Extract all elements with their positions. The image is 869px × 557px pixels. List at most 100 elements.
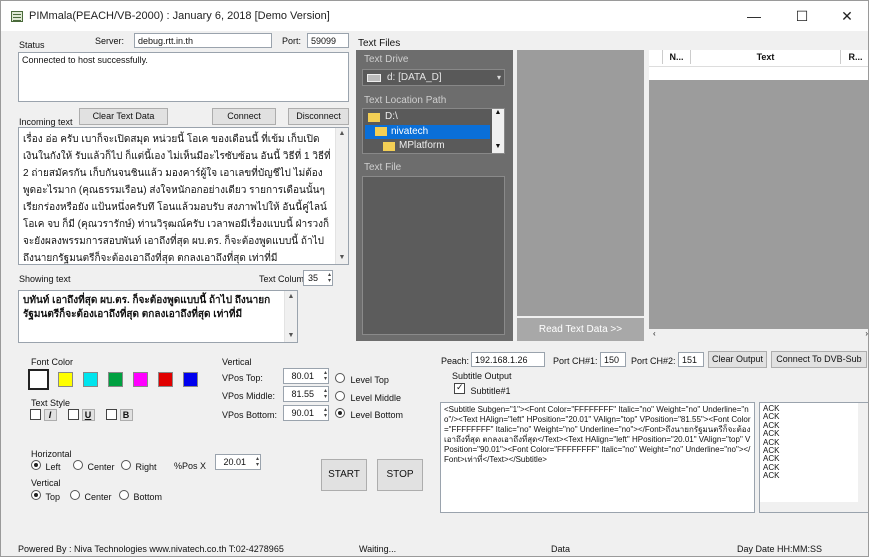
radio-button[interactable] [335, 373, 345, 383]
vpos-bottom-stepper[interactable]: 90.01 [283, 405, 329, 421]
radio-button-selected[interactable] [31, 460, 41, 470]
text-column-stepper[interactable]: 35 [303, 270, 333, 286]
text-files-label: Text Files [358, 38, 401, 49]
ack-hscrollbar[interactable] [760, 502, 868, 512]
vpos-middle-stepper[interactable]: 81.55 [283, 386, 329, 402]
read-text-data-button[interactable]: Read Text Data >> [517, 318, 644, 341]
grid-column-header[interactable]: N... [663, 50, 691, 64]
peach-ip-input[interactable]: 192.168.1.26 [471, 352, 545, 367]
file-list[interactable] [362, 176, 505, 335]
drive-select[interactable]: d: [DATA_D] ▾ [362, 69, 505, 86]
bold-button[interactable]: B [119, 409, 133, 421]
connect-dvb-sub-button[interactable]: Connect To DVB-Sub [771, 351, 867, 368]
bold-checkbox[interactable] [106, 409, 117, 420]
radio-button[interactable] [70, 490, 80, 500]
drive-icon [367, 74, 381, 82]
radio-button[interactable] [121, 460, 131, 470]
scroll-up-icon[interactable]: ▲ [336, 128, 348, 140]
scroll-down-icon[interactable]: ▼ [336, 252, 348, 264]
scroll-right-icon[interactable]: › [865, 329, 868, 338]
level-top-option[interactable]: Level Top [335, 373, 389, 385]
port-ch2-input[interactable]: 151 [678, 352, 704, 367]
v-bottom-option[interactable]: Bottom [119, 490, 162, 502]
port-label: Port: [282, 36, 302, 46]
level-bottom-option[interactable]: Level Bottom [335, 408, 403, 420]
grid-column-header[interactable]: R... [841, 50, 868, 64]
port-ch1-input[interactable]: 150 [600, 352, 626, 367]
subtitle1-option[interactable]: ✓ Subtitle#1 [454, 382, 511, 396]
italic-button[interactable]: I [43, 409, 57, 421]
minimize-button[interactable]: — [732, 1, 776, 31]
grid-hscrollbar[interactable]: ‹ › [649, 329, 868, 341]
text-grid[interactable]: N... Text R... ‹ › [649, 50, 868, 341]
subtitle-output-textarea[interactable]: <Subtitle Subgen="1"><Font Color="FFFFFF… [440, 402, 755, 513]
v-top-option[interactable]: Top [31, 490, 60, 502]
vpos-bottom-label: VPos Bottom: [222, 410, 278, 420]
folder-item-selected[interactable]: nivatech [365, 125, 490, 139]
h-right-option[interactable]: Right [121, 460, 157, 472]
incoming-scrollbar[interactable]: ▲ ▼ [335, 128, 348, 264]
showing-scrollbar[interactable]: ▲ ▼ [284, 291, 297, 342]
folder-item[interactable]: MPlatform [365, 140, 490, 153]
ack-list[interactable]: ACK ACK ACK ACK ACK ACK ACK ACK ACK [759, 402, 868, 513]
color-swatch-yellow[interactable] [58, 372, 73, 387]
app-icon [11, 11, 23, 22]
h-center-option[interactable]: Center [73, 460, 115, 472]
folder-scrollbar[interactable]: ▲ ▼ [492, 109, 504, 153]
connect-button[interactable]: Connect [212, 108, 276, 125]
folder-list[interactable]: D:\ nivatech MPlatform ▲ ▼ [362, 108, 505, 154]
underline-checkbox[interactable] [68, 409, 79, 420]
scroll-left-icon[interactable]: ‹ [653, 329, 656, 338]
ack-scrollbar[interactable] [858, 403, 868, 512]
stop-button[interactable]: STOP [377, 459, 423, 491]
scroll-up-icon[interactable]: ▲ [285, 291, 297, 303]
font-color-label: Font Color [31, 357, 74, 367]
grid-column-header[interactable]: Text [691, 50, 841, 64]
color-swatch-green[interactable] [108, 372, 123, 387]
scroll-down-icon[interactable]: ▼ [492, 143, 504, 153]
v-center-option[interactable]: Center [70, 490, 112, 502]
folder-item[interactable]: D:\ [365, 111, 490, 124]
folder-label: nivatech [391, 126, 429, 137]
waiting-status: Waiting... [359, 544, 397, 554]
radio-button-selected[interactable] [335, 408, 345, 418]
italic-option[interactable]: I [30, 409, 57, 422]
vpos-top-stepper[interactable]: 80.01 [283, 368, 329, 384]
radio-button[interactable] [335, 391, 345, 401]
chevron-down-icon[interactable]: ▾ [497, 73, 501, 82]
disconnect-button[interactable]: Disconnect [288, 108, 349, 125]
folder-icon [368, 113, 380, 122]
clear-text-button[interactable]: Clear Text Data [79, 108, 168, 125]
server-input[interactable]: debug.rtt.in.th [134, 33, 272, 48]
title-bar: PIMmala(PEACH/VB-2000) : January 6, 2018… [1, 1, 868, 31]
scroll-down-icon[interactable]: ▼ [285, 330, 297, 342]
underline-option[interactable]: U [68, 409, 95, 422]
subtitle1-checkbox[interactable]: ✓ [454, 382, 465, 394]
italic-checkbox[interactable] [30, 409, 41, 420]
h-left-option[interactable]: Left [31, 460, 61, 472]
underline-button[interactable]: U [81, 409, 95, 421]
subtitle-output-label: Subtitle Output [452, 371, 512, 381]
level-middle-option[interactable]: Level Middle [335, 391, 401, 403]
table-row[interactable] [649, 66, 868, 80]
text-files-panel: Text Drive d: [DATA_D] ▾ Text Location P… [356, 50, 513, 341]
color-swatch-white[interactable] [28, 369, 49, 390]
start-button[interactable]: START [321, 459, 367, 491]
showing-textarea[interactable]: บทันท์ เอาถึงที่สุด ผบ.ตร. ก็จะต้องพูดแบ… [18, 290, 298, 343]
color-swatch-red[interactable] [158, 372, 173, 387]
bold-option[interactable]: B [106, 409, 133, 422]
radio-button[interactable] [119, 490, 129, 500]
close-button[interactable]: ✕ [825, 1, 868, 31]
hpos-stepper[interactable]: 20.01 [215, 454, 261, 470]
radio-button[interactable] [73, 460, 83, 470]
radio-button-selected[interactable] [31, 490, 41, 500]
color-swatch-blue[interactable] [183, 372, 198, 387]
scroll-up-icon[interactable]: ▲ [492, 109, 504, 119]
color-swatch-cyan[interactable] [83, 372, 98, 387]
port-input[interactable]: 59099 [307, 33, 349, 48]
incoming-textarea[interactable]: เรื่อง อ่อ ครับ เบาก็จะเปิดสมุด หน่วยนี้… [18, 127, 349, 265]
vpos-middle-label: VPos Middle: [222, 391, 276, 401]
clear-output-button[interactable]: Clear Output [708, 351, 767, 368]
maximize-button[interactable]: ☐ [780, 1, 824, 31]
color-swatch-magenta[interactable] [133, 372, 148, 387]
